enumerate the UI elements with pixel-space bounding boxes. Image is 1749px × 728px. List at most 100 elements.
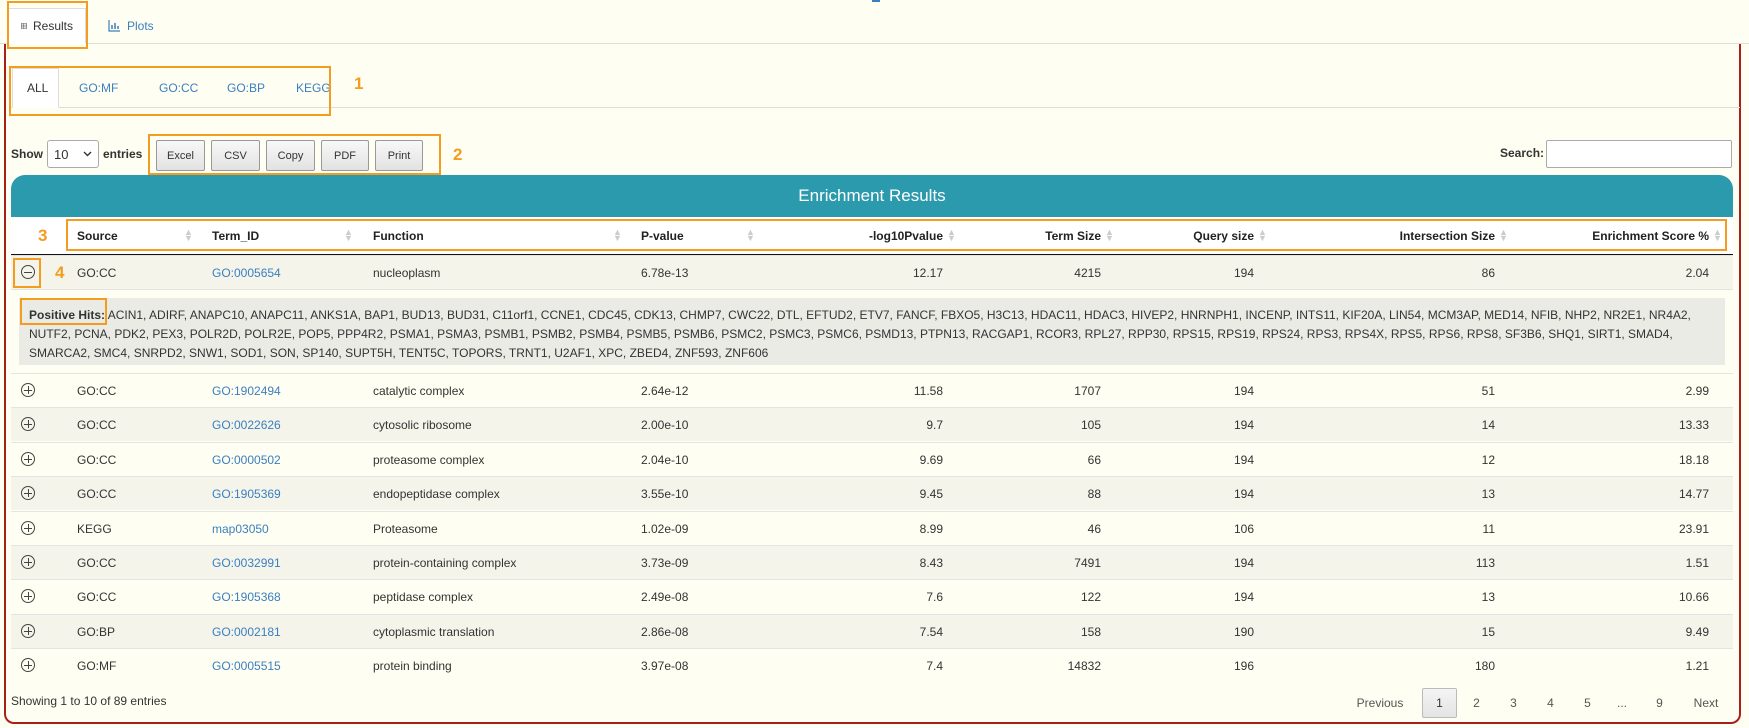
search-input[interactable] — [1546, 140, 1732, 168]
expand-row-icon[interactable] — [21, 589, 35, 603]
collapse-row-icon[interactable] — [21, 265, 35, 279]
cell-pvalue: 3.55e-10 — [641, 487, 689, 501]
print-button[interactable]: Print — [375, 140, 423, 171]
cell-term-id[interactable]: GO:1905369 — [212, 477, 281, 511]
cell-source: GO:CC — [77, 266, 117, 280]
page-4-button[interactable]: 4 — [1533, 688, 1568, 718]
cell-function: nucleoplasm — [373, 266, 441, 280]
expand-row-icon[interactable] — [21, 452, 35, 466]
cell-term-size: 122 — [1080, 590, 1101, 604]
cell-log10p: 7.4 — [926, 659, 943, 673]
next-button[interactable]: Next — [1684, 688, 1728, 718]
cell-term-id[interactable]: GO:0022626 — [212, 408, 281, 442]
cell-function: Proteasome — [373, 522, 438, 536]
page-1-button[interactable]: 1 — [1422, 688, 1457, 718]
tab-go-bp[interactable]: GO:BP — [213, 68, 279, 108]
chevron-down-icon — [83, 151, 92, 157]
col-term-size[interactable]: Term Size — [1045, 217, 1101, 255]
tab-go-mf[interactable]: GO:MF — [65, 68, 132, 108]
cell-intersection: 180 — [1474, 659, 1495, 673]
cell-function: protein-containing complex — [373, 556, 517, 570]
page-5-button[interactable]: 5 — [1570, 688, 1605, 718]
expand-row-icon[interactable] — [21, 521, 35, 535]
cell-term-id[interactable]: GO:0032991 — [212, 546, 281, 580]
cell-log10p: 9.69 — [919, 453, 943, 467]
expand-row-icon[interactable] — [21, 417, 35, 431]
page-9-button[interactable]: 9 — [1642, 688, 1677, 718]
previous-button[interactable]: Previous — [1350, 688, 1410, 718]
cell-log10p: 11.58 — [913, 384, 943, 398]
table-header: Source ▲ ▼ Term_ID ▲ ▼ Function ▲ ▼ P-value… — [11, 217, 1733, 255]
excel-button[interactable]: Excel — [156, 140, 205, 171]
cell-score: 9.49 — [1685, 625, 1709, 639]
cell-pvalue: 2.64e-12 — [641, 384, 689, 398]
cell-term-size: 7491 — [1074, 556, 1101, 570]
cell-intersection: 13 — [1481, 590, 1495, 604]
tab-plots-label: Plots — [127, 19, 154, 33]
page-3-button[interactable]: 3 — [1496, 688, 1531, 718]
cell-term-id[interactable]: GO:1905368 — [212, 580, 281, 614]
tab-results[interactable]: Results — [8, 8, 86, 44]
enrichment-page: Results Plots ALL GO:MF GO:CC GO:BP KEGG… — [0, 0, 1749, 728]
col-function[interactable]: Function — [373, 217, 424, 255]
show-label: Show — [11, 147, 43, 161]
cell-query-size: 194 — [1233, 556, 1254, 570]
csv-button[interactable]: CSV — [211, 140, 260, 171]
cell-term-id[interactable]: GO:0000502 — [212, 443, 281, 477]
cell-function: endopeptidase complex — [373, 487, 500, 501]
cell-query-size: 194 — [1233, 266, 1254, 280]
cell-term-id[interactable]: GO:0005654 — [212, 256, 281, 290]
table-row: KEGG map03050 Proteasome 1.02e-09 8.99 46 106 1… — [11, 511, 1733, 545]
col-pvalue[interactable]: P-value — [641, 217, 684, 255]
tab-results-label: Results — [32, 19, 73, 33]
cell-term-id[interactable]: GO:0005515 — [212, 649, 281, 683]
cell-query-size: 194 — [1233, 590, 1254, 604]
col-score[interactable]: Enrichment Score % — [1592, 217, 1709, 255]
cell-score: 18.18 — [1678, 453, 1709, 467]
col-intersection[interactable]: Intersection Size — [1400, 217, 1495, 255]
sort-icon: ▲ ▼ — [1713, 227, 1722, 243]
page-ellipsis: ... — [1616, 696, 1627, 710]
col-log10p-label: -log10Pvalue — [868, 229, 943, 243]
cell-term-id[interactable]: GO:1902494 — [212, 374, 281, 408]
table-row: GO:CC GO:0000502 proteasome complex 2.04e-1… — [11, 442, 1733, 476]
expand-row-icon[interactable] — [21, 486, 35, 500]
tab-all[interactable]: ALL — [12, 68, 59, 108]
cell-intersection: 13 — [1481, 487, 1495, 501]
sort-icon: ▲ ▼ — [184, 227, 193, 243]
expand-row-icon[interactable] — [21, 555, 35, 569]
col-pvalue-label: P-value — [641, 229, 684, 243]
cell-query-size: 106 — [1233, 522, 1254, 536]
expand-row-icon[interactable] — [21, 383, 35, 397]
pdf-button[interactable]: PDF — [321, 140, 369, 171]
expander-bar — [28, 627, 29, 635]
entries-label: entries — [103, 147, 143, 161]
entries-select[interactable]: 10 — [47, 140, 99, 168]
table-row: GO:MF GO:0005515 protein binding 3.97e-08 7.… — [11, 648, 1733, 682]
cell-log10p: 7.54 — [919, 625, 943, 639]
col-term-id[interactable]: Term_ID — [212, 217, 259, 255]
tab-kegg[interactable]: KEGG — [282, 68, 345, 108]
entries-control: Show 10 entries — [11, 140, 142, 168]
col-term-id-label: Term_ID — [212, 229, 260, 243]
cell-log10p: 8.43 — [919, 556, 943, 570]
col-log10p[interactable]: -log10Pvalue — [869, 217, 943, 255]
table-title: Enrichment Results — [11, 175, 1733, 217]
col-query-size-label: Query size — [1193, 229, 1254, 243]
cell-term-id[interactable]: GO:0002181 — [212, 615, 281, 649]
expand-row-icon[interactable] — [21, 624, 35, 638]
cell-term-id[interactable]: map03050 — [212, 512, 269, 546]
col-query-size[interactable]: Query size — [1193, 217, 1254, 255]
copy-button[interactable]: Copy — [266, 140, 315, 171]
cell-source: GO:BP — [77, 625, 116, 639]
page-2-button[interactable]: 2 — [1459, 688, 1494, 718]
cell-source: KEGG — [77, 522, 112, 536]
expand-row-icon[interactable] — [21, 658, 35, 672]
expander-bar — [28, 489, 29, 497]
tab-plots[interactable]: Plots — [96, 8, 176, 44]
col-source[interactable]: Source — [77, 217, 118, 255]
cell-intersection: 86 — [1481, 266, 1495, 280]
tab-go-cc[interactable]: GO:CC — [145, 68, 212, 108]
expander-bar — [28, 420, 29, 428]
chart-icon — [108, 20, 120, 32]
